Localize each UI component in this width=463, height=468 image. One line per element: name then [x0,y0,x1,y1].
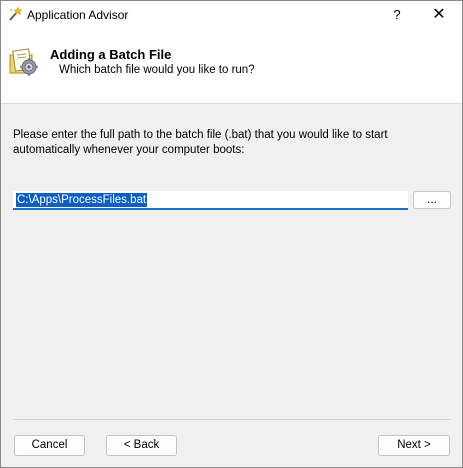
help-button[interactable]: ? [383,3,411,27]
browse-button[interactable]: ... [413,191,451,209]
page-title: Adding a Batch File [50,47,172,62]
instructions-text: Please enter the full path to the batch … [13,129,388,156]
wizard-header: Adding a Batch File Which batch file wou… [1,29,462,104]
next-button[interactable]: Next > [378,435,450,456]
close-button[interactable]: ✕ [425,3,453,27]
window-title: Application Advisor [27,8,129,22]
cancel-button[interactable]: Cancel [14,435,85,456]
application-advisor-window: Application Advisor ? ✕ Adding a Batch F… [0,0,463,468]
magic-wand-icon [7,6,23,22]
footer-divider [13,419,451,420]
title-bar: Application Advisor ? ✕ [1,1,462,29]
batch-file-gear-icon [7,45,41,79]
batch-file-path-value[interactable]: C:\Apps\ProcessFiles.bat [16,193,148,207]
back-button[interactable]: < Back [106,435,177,456]
page-subtitle: Which batch file would you like to run? [59,64,255,76]
